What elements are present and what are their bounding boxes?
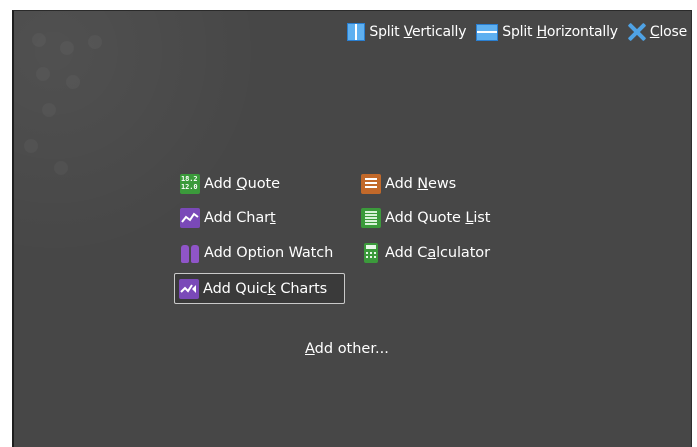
add-chart-label: Add Chart <box>204 210 276 226</box>
background-dot <box>24 139 38 153</box>
news-icon <box>361 174 381 194</box>
add-quote-button[interactable]: 18.2 12.0 Add Quote <box>180 171 280 197</box>
background-dot <box>88 35 102 49</box>
binoculars-icon <box>180 243 200 263</box>
add-other-link[interactable]: Add other... <box>305 341 389 357</box>
close-button[interactable]: Close <box>628 23 687 41</box>
calculator-icon <box>364 243 378 263</box>
background-dot <box>42 103 56 117</box>
panel-toolbar: Split Vertically Split Horizontally Clos… <box>347 20 687 44</box>
add-option-watch-button[interactable]: Add Option Watch <box>180 240 333 266</box>
quick-charts-icon <box>179 278 199 299</box>
split-vertically-label: Split Vertically <box>369 24 467 40</box>
add-quick-charts-button[interactable]: Add Quick Charts <box>174 273 345 304</box>
split-horizontally-button[interactable]: Split Horizontally <box>476 23 618 41</box>
add-calculator-label: Add Calculator <box>385 245 490 261</box>
add-news-button[interactable]: Add News <box>361 171 456 197</box>
add-calculator-button[interactable]: Add Calculator <box>361 240 490 266</box>
background-dot <box>36 67 50 81</box>
background-dot <box>32 33 46 47</box>
close-label: Close <box>649 24 687 40</box>
list-icon <box>361 208 381 228</box>
background-dot <box>54 161 68 175</box>
window-frame: Split Vertically Split Horizontally Clos… <box>0 0 697 447</box>
split-horizontal-icon <box>476 23 499 41</box>
add-quote-list-label: Add Quote List <box>385 210 491 226</box>
split-vertical-icon <box>347 23 366 41</box>
split-horizontally-label: Split Horizontally <box>502 24 618 40</box>
add-quote-list-button[interactable]: Add Quote List <box>361 205 490 231</box>
add-option-watch-label: Add Option Watch <box>204 245 334 261</box>
quote-grid-icon: 18.2 12.0 <box>180 174 200 194</box>
background-dot <box>60 41 74 55</box>
add-quick-charts-label: Add Quick Charts <box>203 280 328 297</box>
split-vertically-button[interactable]: Split Vertically <box>347 23 466 41</box>
add-quote-label: Add Quote <box>204 176 280 192</box>
line-chart-icon <box>180 208 200 228</box>
empty-panel: Split Vertically Split Horizontally Clos… <box>12 10 692 447</box>
add-chart-button[interactable]: Add Chart <box>180 205 276 231</box>
add-news-label: Add News <box>385 176 457 192</box>
background-dot <box>66 75 80 89</box>
close-icon <box>628 23 646 41</box>
